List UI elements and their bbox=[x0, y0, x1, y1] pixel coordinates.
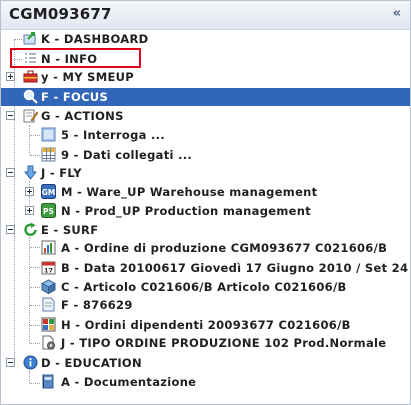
tree-item-label: B - Data 20100617 Giovedì 17 Giugno 2010… bbox=[61, 261, 409, 275]
tree-item-label: A - Ordine di produzione CGM093677 C0216… bbox=[61, 241, 388, 255]
tree-item-label: A - Documentazione bbox=[61, 375, 197, 389]
color-grid-icon bbox=[41, 317, 56, 332]
tree-item-articolo[interactable]: C - Articolo C021606/B Articolo C021606/… bbox=[1, 278, 410, 296]
tree-item-label: K - DASHBOARD bbox=[41, 32, 149, 46]
tree-item-label: G - ACTIONS bbox=[41, 109, 124, 123]
expand-toggle[interactable] bbox=[6, 72, 15, 81]
tree-item-ordine[interactable]: A - Ordine di produzione CGM093677 C0216… bbox=[1, 239, 410, 257]
collapse-toggle[interactable] bbox=[6, 111, 15, 120]
dashboard-arrow-icon bbox=[23, 31, 38, 46]
collapse-toggle[interactable] bbox=[6, 358, 15, 367]
tree-item-fly[interactable]: J - FLY bbox=[1, 164, 410, 182]
tree-item-education[interactable]: D - EDUCATION bbox=[1, 354, 410, 372]
svg-text:GM: GM bbox=[42, 188, 56, 197]
document-icon bbox=[41, 297, 56, 312]
tree-item-label: M - Ware_UP Warehouse management bbox=[61, 185, 318, 199]
blue-square-icon bbox=[41, 127, 56, 142]
tree-item-label: C - Articolo C021606/B Articolo C021606/… bbox=[61, 280, 347, 294]
tree-item-label: N - Prod_UP Production management bbox=[61, 204, 312, 218]
tree-item-label: 5 - Interroga ... bbox=[61, 128, 165, 142]
cube-icon bbox=[40, 279, 57, 295]
tree-item-interroga[interactable]: 5 - Interroga ... bbox=[1, 126, 410, 144]
tree-item-my-smeup[interactable]: y - MY SMEUP bbox=[1, 68, 410, 86]
toolbox-icon bbox=[23, 69, 38, 84]
tree-item-label: H - Ordini dipendenti 20093677 C021606/B bbox=[61, 318, 351, 332]
calendar-icon: 17 bbox=[41, 260, 56, 275]
collapse-toggle[interactable] bbox=[6, 225, 15, 234]
tree-item-label: 9 - Dati collegati ... bbox=[61, 148, 193, 162]
tree-item-surf[interactable]: E - SURF bbox=[1, 221, 410, 239]
panel-header: CGM093677 « bbox=[1, 1, 410, 30]
svg-text:17: 17 bbox=[44, 267, 53, 275]
tree-item-label: F - FOCUS bbox=[41, 90, 109, 104]
magnifier-icon bbox=[23, 89, 38, 104]
panel-title: CGM093677 bbox=[9, 5, 112, 23]
tree-item-dashboard[interactable]: K - DASHBOARD bbox=[1, 30, 410, 48]
highlight-box bbox=[10, 48, 141, 68]
chart-document-icon bbox=[41, 240, 56, 255]
tree-item-focus[interactable]: F - FOCUS bbox=[1, 88, 410, 106]
down-arrow-icon bbox=[23, 165, 38, 180]
tree-item-label: E - SURF bbox=[41, 223, 99, 237]
tree-item-label: J - TIPO ORDINE PRODUZIONE 102 Prod.Norm… bbox=[61, 336, 387, 350]
pencil-note-icon bbox=[23, 108, 39, 123]
expand-toggle[interactable] bbox=[25, 187, 34, 196]
tree-item-ware-up[interactable]: GM M - Ware_UP Warehouse management bbox=[1, 183, 410, 201]
tree-item-actions[interactable]: G - ACTIONS bbox=[1, 107, 410, 125]
green-refresh-icon bbox=[23, 222, 38, 237]
tree-item-dati-collegati[interactable]: 9 - Dati collegati ... bbox=[1, 146, 410, 164]
info-icon bbox=[23, 355, 38, 370]
tree-item-prod-up[interactable]: PS N - Prod_UP Production management bbox=[1, 202, 410, 220]
tree-item-label: J - FLY bbox=[41, 166, 82, 180]
expand-toggle[interactable] bbox=[25, 206, 34, 215]
tree-item-ordini-dipendenti[interactable]: H - Ordini dipendenti 20093677 C021606/B bbox=[1, 316, 410, 334]
svg-text:PS: PS bbox=[43, 207, 54, 216]
tree-item-label: y - MY SMEUP bbox=[41, 70, 134, 84]
tree-item-label: F - 876629 bbox=[61, 298, 133, 312]
gm-app-icon: GM bbox=[41, 184, 56, 199]
tree-item-tipo-ordine[interactable]: J - TIPO ORDINE PRODUZIONE 102 Prod.Norm… bbox=[1, 334, 410, 352]
grid-table-icon bbox=[41, 147, 56, 162]
double-chevron-left-icon[interactable]: « bbox=[393, 6, 401, 21]
navigation-panel: CGM093677 « K - DASHBOARD N - INFO y - M… bbox=[0, 0, 411, 405]
collapse-toggle[interactable] bbox=[6, 168, 15, 177]
tree-item-data[interactable]: 17 B - Data 20100617 Giovedì 17 Giugno 2… bbox=[1, 259, 410, 277]
tree-item-f[interactable]: F - 876629 bbox=[1, 296, 410, 314]
book-icon bbox=[41, 374, 56, 389]
tree-item-label: D - EDUCATION bbox=[41, 356, 142, 370]
ps-app-icon: PS bbox=[41, 203, 56, 218]
document-gear-icon bbox=[41, 335, 56, 350]
tree-item-documentazione[interactable]: A - Documentazione bbox=[1, 373, 410, 391]
